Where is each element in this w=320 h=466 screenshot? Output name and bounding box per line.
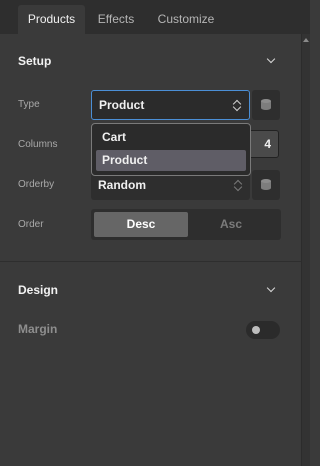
type-dropdown-menu: Cart Product	[91, 123, 251, 176]
columns-label: Columns	[18, 139, 58, 150]
scrollbar[interactable]	[301, 34, 310, 466]
order-desc-button[interactable]: Desc	[94, 212, 188, 237]
columns-value: 4	[264, 137, 271, 151]
margin-label: Margin	[18, 322, 58, 336]
margin-toggle[interactable]	[246, 321, 280, 339]
select-arrows-icon	[233, 99, 241, 112]
type-value: Product	[99, 98, 145, 112]
order-asc-button[interactable]: Asc	[184, 212, 278, 237]
type-option-product[interactable]: Product	[96, 150, 246, 171]
design-title: Design	[18, 283, 59, 297]
order-label: Order	[18, 219, 44, 230]
database-icon	[261, 179, 271, 191]
toggle-knob	[252, 326, 260, 334]
orderby-dynamic-button[interactable]	[252, 170, 280, 200]
tab-effects[interactable]: Effects	[87, 5, 145, 34]
tab-products[interactable]: Products	[18, 5, 85, 34]
tab-bar: Products Effects Customize	[0, 0, 310, 34]
type-option-cart[interactable]: Cart	[96, 127, 246, 148]
section-divider	[0, 261, 301, 262]
select-arrows-icon	[234, 179, 242, 192]
scroll-up-icon[interactable]	[303, 38, 309, 42]
orderby-label: Orderby	[18, 179, 55, 190]
type-label: Type	[18, 99, 40, 110]
design-section-header[interactable]: Design	[18, 281, 282, 299]
order-segmented-control: Desc Asc	[91, 209, 281, 240]
database-icon	[261, 99, 271, 111]
type-dynamic-button[interactable]	[252, 90, 280, 120]
chevron-down-icon[interactable]	[266, 283, 276, 293]
tab-customize[interactable]: Customize	[148, 5, 224, 34]
setup-section-header[interactable]: Setup	[18, 52, 282, 70]
type-select[interactable]: Product	[91, 90, 250, 120]
chevron-down-icon[interactable]	[266, 54, 276, 64]
setup-title: Setup	[18, 54, 52, 68]
